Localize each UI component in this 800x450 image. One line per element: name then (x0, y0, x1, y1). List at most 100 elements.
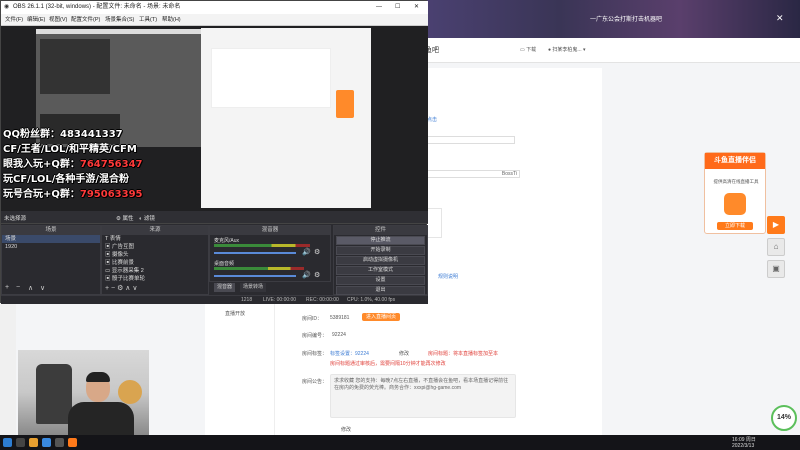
play-icon[interactable]: ▶ (767, 216, 785, 234)
cpu-fps: CPU: 1.0%, 40.00 fps (347, 297, 396, 303)
room-tag-link[interactable]: 标签设置：92224 (330, 350, 369, 357)
gear-icon[interactable]: ⚙ (314, 248, 320, 256)
room-tag-label: 房间标签： (302, 351, 328, 357)
menu-help[interactable]: 帮助(H) (162, 14, 181, 26)
douyu-icon[interactable] (68, 438, 77, 447)
notice-box[interactable]: 求求收藏 您的支持：每晚7点左右直播，不直播会在鱼吧，看本场直播记得前往在房内的… (330, 374, 516, 418)
add-scene-icon[interactable]: + (5, 284, 9, 291)
minimize-icon[interactable]: — (376, 1, 382, 14)
move-down-icon[interactable]: ∨ (40, 284, 45, 292)
room-tag-note: 房间标题通过审核后，需要间隔10分钟才能再次修改 (330, 361, 446, 367)
add-source-icon[interactable]: + − ⚙ ∧ ∨ (105, 284, 137, 292)
remove-scene-icon[interactable]: − (16, 284, 20, 291)
stop-streaming-button[interactable]: 停止推流 (336, 236, 425, 245)
obs-title: OBS 26.1.1 (32-bit, windows) - 配置文件: 未命名… (13, 4, 181, 10)
clock-date: 2022/3/13 (732, 443, 755, 449)
gaming-chair (36, 364, 72, 424)
nested-source (40, 39, 110, 94)
close-icon[interactable]: ✕ (776, 13, 784, 24)
ad-panel[interactable]: 斗鱼直播伴侣 提供高清在线直播工具 立即下载 (704, 152, 766, 234)
settings-button[interactable]: 设置 (336, 276, 425, 285)
live-timer: LIVE: 00:00:00 (263, 297, 297, 303)
obs-logo-icon: ◉ (4, 4, 10, 10)
home-icon[interactable]: ⌂ (767, 238, 785, 256)
browser-icon[interactable] (42, 438, 51, 447)
obs-window: ◉ OBS 26.1.1 (32-bit, windows) - 配置文件: 未… (0, 0, 428, 304)
tab-transitions[interactable]: 场景转场 (240, 283, 267, 292)
ad-download-button[interactable]: 立即下载 (717, 222, 753, 230)
scenes-dock: 场景 场景 1920 + − ∧ ∨ (1, 225, 101, 295)
no-source-label: 未选择源 (4, 216, 27, 222)
speaker-icon[interactable]: 🔊 (302, 271, 311, 279)
top-link[interactable]: 点击 (427, 116, 437, 123)
explorer-icon[interactable] (29, 438, 38, 447)
stream-overlay-text: QQ粉丝群：483441337 CF/王者/LOL/和平精英/CFM 眼我入玩+… (3, 127, 153, 202)
source-item[interactable]: T 表情 (102, 235, 208, 243)
menu-edit[interactable]: 编辑(E) (27, 14, 45, 26)
source-item[interactable]: ▣ 比赛前景 (102, 259, 208, 267)
start-icon[interactable] (3, 438, 12, 447)
speaker-icon[interactable]: 🔊 (302, 248, 311, 256)
obs-statusbar: 1218 LIVE: 00:00:00 REC: 00:00:00 CPU: 1… (1, 295, 428, 304)
sidebar-item-live[interactable]: 直播开放 (225, 310, 245, 317)
text-field[interactable] (420, 136, 515, 144)
scene-item[interactable]: 场景 (2, 235, 100, 243)
network-speed-badge[interactable]: 14% (771, 405, 797, 431)
tab-mixer[interactable]: 混音器 (214, 283, 236, 292)
source-item[interactable]: ▣ 摄像头 (102, 251, 208, 259)
properties-button[interactable]: ⚙ 属性 (116, 214, 133, 222)
captured-ad (336, 90, 354, 118)
gear-icon[interactable]: ⚙ (314, 271, 320, 279)
scenes-dock-title: 场景 (2, 226, 100, 235)
scene-item[interactable]: 1920 (2, 243, 100, 251)
notice-label: 房间公告： (302, 379, 328, 385)
enter-room-button[interactable]: 进入直播间页 (362, 313, 400, 321)
download-link[interactable]: ▭ 下载 (520, 46, 536, 53)
room-number-label: 房间编号： (302, 333, 328, 339)
rules-link[interactable]: 规则说明 (438, 273, 458, 280)
menu-file[interactable]: 文件(F) (5, 14, 23, 26)
source-item[interactable]: ▣ 广告互图 (102, 243, 208, 251)
obs-titlebar: ◉ OBS 26.1.1 (32-bit, windows) - 配置文件: 未… (1, 1, 428, 14)
overlay-line-4: 玩CF/LOL/各种手游/混合粉 (3, 174, 130, 185)
settings-sidebar: 直播开放 (205, 300, 275, 435)
douyu-logo-icon (724, 193, 746, 215)
header-text: 一广东公会打斯打击机器吧 (590, 17, 663, 23)
maximize-icon[interactable]: ☐ (395, 1, 400, 14)
exit-button[interactable]: 退出 (336, 286, 425, 295)
app-icon[interactable]: ▣ (767, 260, 785, 278)
start-recording-button[interactable]: 开始录制 (336, 246, 425, 255)
menu-view[interactable]: 视图(V) (49, 14, 67, 26)
room-tag-edit[interactable]: 修改 (399, 350, 409, 357)
menu-scene-collection[interactable]: 场景集合(S) (105, 14, 134, 26)
obs-icon[interactable] (55, 438, 64, 447)
menu-profile[interactable]: 配置文件(P) (71, 14, 100, 26)
notice-edit[interactable]: 修改 (341, 426, 351, 433)
nested-titlebar (36, 29, 224, 34)
overlay-line-3: 眼我入玩+Q群：764756347 (3, 159, 143, 170)
ad-subtitle: 提供高清在线直播工具 (713, 179, 759, 184)
mic-channel-label: 麦克风/Aux (214, 238, 240, 244)
mixer-dock: 混音器 麦克风/Aux 🔊 ⚙ 桌面音频 🔊 ⚙ (209, 225, 331, 282)
desktop-volume-slider[interactable] (214, 275, 296, 277)
close-icon[interactable]: ✕ (414, 1, 419, 14)
user-menu[interactable]: ● 扫某李柏鬼... ▾ (548, 46, 586, 53)
menu-tools[interactable]: 工具(T) (139, 14, 157, 26)
streamer-body (68, 402, 134, 435)
room-id-value: 5389181 (330, 315, 350, 321)
source-item[interactable]: ▭ 显示器采集 2 (102, 267, 208, 275)
room-id-label: 房间ID： (302, 316, 323, 322)
rec-timer: REC: 00:00:00 (306, 297, 339, 303)
filters-button[interactable]: ◐ 滤镜 (139, 214, 155, 222)
key-field[interactable]: BossTi (420, 170, 520, 178)
mic-volume-slider[interactable] (214, 252, 296, 254)
desktop-meter (214, 267, 304, 270)
browser-capture (201, 28, 371, 208)
source-item[interactable]: ▣ 骰子比赛单轮 (102, 275, 208, 283)
bitrate-label: 1218 (241, 297, 253, 303)
studio-mode-button[interactable]: 工作室模式 (336, 266, 425, 275)
virtual-camera-button[interactable]: 启动虚拟摄像机 (336, 256, 425, 265)
move-up-icon[interactable]: ∧ (28, 284, 33, 292)
search-icon[interactable] (16, 438, 25, 447)
sources-dock: 来源 T 表情 ▣ 广告互图 ▣ 摄像头 ▣ 比赛前景 ▭ 显示器采集 2 ▣ … (101, 225, 209, 295)
